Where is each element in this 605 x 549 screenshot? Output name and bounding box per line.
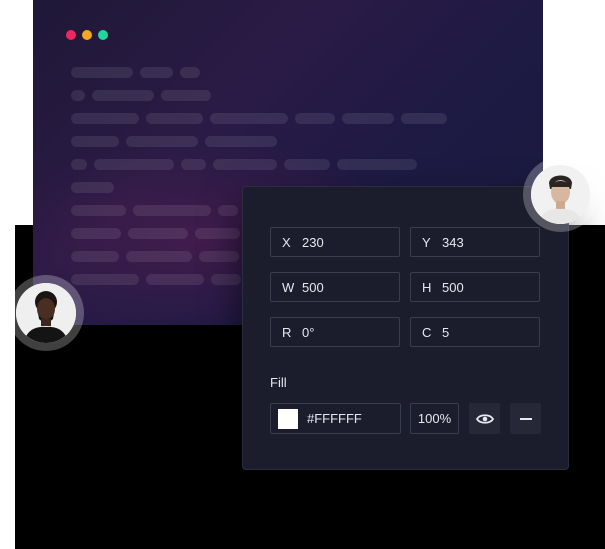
- fill-color-hex: #FFFFFF: [307, 411, 362, 426]
- x-field[interactable]: X 230: [270, 227, 400, 257]
- window-close-dot[interactable]: [66, 30, 76, 40]
- code-line: [71, 251, 119, 262]
- avatar-left[interactable]: [8, 275, 84, 351]
- height-field[interactable]: H 500: [410, 272, 540, 302]
- eye-icon: [475, 413, 494, 424]
- code-line: [210, 113, 288, 124]
- code-line: [195, 228, 240, 239]
- code-line: [401, 113, 447, 124]
- code-line: [213, 159, 277, 170]
- person-portrait-icon: [16, 283, 76, 343]
- code-line: [181, 159, 206, 170]
- c-value: 5: [442, 324, 450, 340]
- y-value: 343: [442, 234, 464, 250]
- properties-panel: X 230 Y 343 W 500 H 500 R 0° C 5 Fill #F…: [242, 186, 569, 470]
- remove-fill-button[interactable]: [510, 403, 541, 434]
- toggle-visibility-button[interactable]: [469, 403, 500, 434]
- color-swatch[interactable]: [278, 408, 298, 429]
- code-line: [94, 159, 174, 170]
- x-label: X: [282, 234, 291, 250]
- person-portrait-icon: [531, 165, 590, 224]
- code-line: [146, 274, 204, 285]
- y-field[interactable]: Y 343: [410, 227, 540, 257]
- code-line: [218, 205, 238, 216]
- code-line: [211, 274, 241, 285]
- width-field[interactable]: W 500: [270, 272, 400, 302]
- c-label: C: [422, 324, 432, 340]
- code-line: [126, 136, 198, 147]
- x-value: 230: [302, 234, 324, 250]
- avatar: [16, 283, 76, 343]
- code-line: [295, 113, 335, 124]
- w-value: 500: [302, 279, 324, 295]
- code-line: [140, 67, 173, 78]
- fill-title: Fill: [270, 375, 287, 390]
- r-label: R: [282, 324, 292, 340]
- h-label: H: [422, 279, 432, 295]
- code-line: [133, 205, 211, 216]
- code-line: [128, 228, 188, 239]
- h-value: 500: [442, 279, 464, 295]
- code-line: [342, 113, 394, 124]
- code-line: [92, 90, 154, 101]
- code-line: [71, 159, 87, 170]
- minus-icon: [519, 417, 532, 420]
- code-line: [71, 136, 119, 147]
- code-line: [199, 251, 239, 262]
- code-line: [71, 228, 121, 239]
- code-line: [126, 251, 192, 262]
- r-value: 0°: [302, 324, 315, 340]
- code-line: [71, 113, 139, 124]
- code-line: [71, 205, 126, 216]
- code-line: [71, 182, 114, 193]
- rotation-field[interactable]: R 0°: [270, 317, 400, 347]
- code-line: [205, 136, 277, 147]
- window-maximize-dot[interactable]: [98, 30, 108, 40]
- fill-opacity-field[interactable]: 100%: [410, 403, 459, 434]
- corner-radius-field[interactable]: C 5: [410, 317, 540, 347]
- code-line: [337, 159, 417, 170]
- code-line: [161, 90, 211, 101]
- y-label: Y: [422, 234, 431, 250]
- code-line: [180, 67, 200, 78]
- code-line: [71, 90, 85, 101]
- avatar: [531, 165, 590, 224]
- w-label: W: [282, 279, 295, 295]
- code-line: [146, 113, 203, 124]
- code-line: [284, 159, 330, 170]
- code-line: [71, 274, 139, 285]
- window-minimize-dot[interactable]: [82, 30, 92, 40]
- code-line: [71, 67, 133, 78]
- avatar-top-right[interactable]: [523, 157, 598, 232]
- fill-color-field[interactable]: #FFFFFF: [270, 403, 401, 434]
